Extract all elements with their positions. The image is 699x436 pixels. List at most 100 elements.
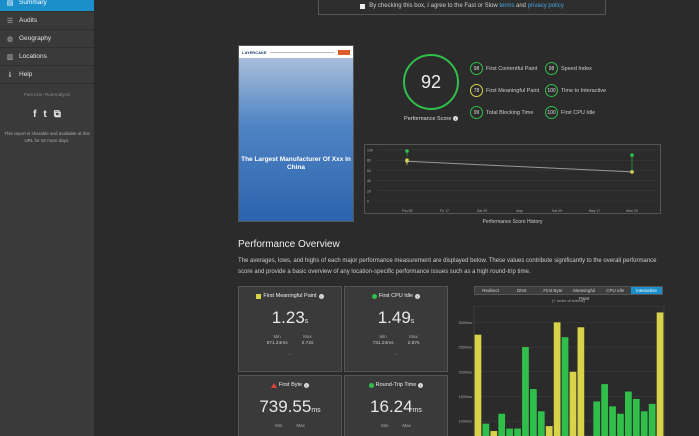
y-tick-label: 40 xyxy=(367,179,371,183)
metric-label: Time to Interactive xyxy=(561,87,607,94)
tab-dns[interactable]: DNS xyxy=(506,287,537,294)
sidebar-item-label: Locations xyxy=(19,53,47,60)
min-value: 731.24ms xyxy=(372,341,394,346)
bar[interactable] xyxy=(553,322,561,436)
bar[interactable] xyxy=(625,391,632,436)
card-value-unit: s xyxy=(410,318,415,325)
tab-interactive[interactable]: Interactive xyxy=(630,287,663,294)
bar[interactable] xyxy=(522,347,529,436)
bar[interactable] xyxy=(514,428,521,436)
card-max: Max xyxy=(402,423,411,430)
bar[interactable] xyxy=(498,413,506,436)
agreement-prefix: By checking this box, I agree to the Fas… xyxy=(369,3,500,9)
x-tick-label: Mon 25 xyxy=(626,209,638,213)
tab-redirect[interactable]: Redirect xyxy=(475,287,506,294)
share-note: This report is sharable and available at… xyxy=(4,131,90,143)
metric-card-round-trip-time: Round-Trip Time i 16.24ms Min Max xyxy=(344,375,448,436)
bar[interactable] xyxy=(474,334,482,436)
x-tick-label: Sat 09 xyxy=(552,209,562,213)
min-label: Min xyxy=(275,423,283,428)
agreement-and: and xyxy=(514,3,528,9)
metric-score-circle: 100 xyxy=(545,84,558,97)
card-title: First Byte i xyxy=(239,382,341,388)
card-max: Max 2.72s xyxy=(302,334,314,346)
card-value-number: 16.24 xyxy=(370,397,413,416)
bar[interactable] xyxy=(482,423,490,436)
card-value-number: 739.55 xyxy=(259,397,312,416)
y-tick-label: 0 xyxy=(367,200,369,204)
agreement-box: By checking this box, I agree to the Fas… xyxy=(318,0,606,15)
y-tick-label: 3000ms xyxy=(458,321,472,325)
metric-label: First Contentful Paint xyxy=(486,65,538,72)
privacy-link[interactable]: privacy policy xyxy=(528,3,564,9)
bar[interactable] xyxy=(617,413,624,436)
sidebar-item-locations[interactable]: ▥ Locations xyxy=(0,48,94,66)
bar[interactable] xyxy=(656,312,664,436)
timing-tabs: Redirect DNS First Byte Meaningful Paint CPU… xyxy=(474,286,663,301)
info-icon[interactable]: i xyxy=(318,293,324,299)
status-square-icon xyxy=(256,293,262,299)
y-tick-label: 80 xyxy=(367,159,371,163)
sidebar-item-summary[interactable]: ▤ Summary xyxy=(0,0,94,12)
score-history-chart: 100 80 60 40 20 0 Thu 08 Fri 17 Sat 25 May Sat 09 M… xyxy=(364,144,661,214)
card-title-text: First Byte xyxy=(278,382,303,388)
y-tick-label: 20 xyxy=(367,189,371,193)
x-tick-label: Thu 08 xyxy=(402,209,413,213)
metric-label: First Meaningful Paint xyxy=(486,87,540,94)
bar[interactable] xyxy=(640,411,648,436)
facebook-icon[interactable]: f xyxy=(33,109,36,120)
card-title-text: First Meaningful Paint xyxy=(263,293,317,299)
max-label: Max xyxy=(303,334,312,339)
copy-link-icon[interactable]: ⧉ xyxy=(54,109,61,120)
bar[interactable] xyxy=(609,406,616,436)
bar[interactable] xyxy=(545,426,553,436)
metric-score-circle: 98 xyxy=(545,62,558,75)
sidebar-item-help[interactable]: ℹ Help xyxy=(0,66,94,84)
sidebar-item-label: Audits xyxy=(19,17,38,24)
bar[interactable] xyxy=(601,384,608,436)
bar[interactable] xyxy=(490,431,498,436)
metric-score-circle: 78 xyxy=(470,84,483,97)
metric-first-meaningful-paint: 78 First Meaningful Paint xyxy=(470,84,539,97)
info-icon[interactable]: i xyxy=(418,382,424,388)
info-icon[interactable]: i xyxy=(452,116,458,122)
terms-link[interactable]: terms xyxy=(499,3,514,9)
metric-score-circle: 99 xyxy=(470,106,483,119)
min-label: Min xyxy=(273,334,281,339)
card-more[interactable]: ... xyxy=(239,351,341,357)
info-icon[interactable]: i xyxy=(415,293,421,299)
max-value: 2.87s xyxy=(407,341,420,346)
metric-score-circle: 98 xyxy=(470,62,483,75)
bar[interactable] xyxy=(577,327,585,436)
bar[interactable] xyxy=(632,398,640,436)
metric-score-circle: 100 xyxy=(545,106,558,119)
metric-speed-index: 98 Speed Index xyxy=(545,62,592,75)
bar[interactable] xyxy=(506,428,513,436)
bar[interactable] xyxy=(537,411,545,436)
sidebar-item-geography[interactable]: ◍ Geography xyxy=(0,30,94,48)
bar[interactable] xyxy=(648,403,656,436)
min-label: Min xyxy=(381,423,389,428)
bar[interactable] xyxy=(593,401,601,436)
performance-score-label: Performance Score i xyxy=(396,116,466,122)
sidebar-item-audits[interactable]: ☰ Audits xyxy=(0,12,94,30)
agree-checkbox[interactable] xyxy=(360,3,366,9)
card-value: 1.49s xyxy=(345,308,447,328)
bar[interactable] xyxy=(530,389,537,436)
tab-cpu-idle[interactable]: CPU Idle xyxy=(600,287,631,294)
tab-meaningful-paint[interactable]: Meaningful Paint xyxy=(569,287,600,301)
card-min: Min xyxy=(381,423,388,430)
data-point[interactable] xyxy=(405,149,409,153)
bar[interactable] xyxy=(569,371,577,436)
card-more[interactable]: ... xyxy=(345,351,447,357)
info-icon[interactable]: i xyxy=(304,382,310,388)
card-max: Max xyxy=(296,423,305,430)
twitter-icon[interactable]: t xyxy=(43,109,46,120)
metric-time-to-interactive: 100 Time to Interactive xyxy=(545,84,606,97)
overview-description: The averages, lows, and highs of each ma… xyxy=(238,258,657,275)
tab-first-byte[interactable]: First Byte xyxy=(537,287,568,294)
data-point[interactable] xyxy=(405,158,409,162)
x-tick-label: May 17 xyxy=(589,209,601,213)
y-tick-label: 1500ms xyxy=(458,395,472,399)
bar[interactable] xyxy=(561,337,569,436)
